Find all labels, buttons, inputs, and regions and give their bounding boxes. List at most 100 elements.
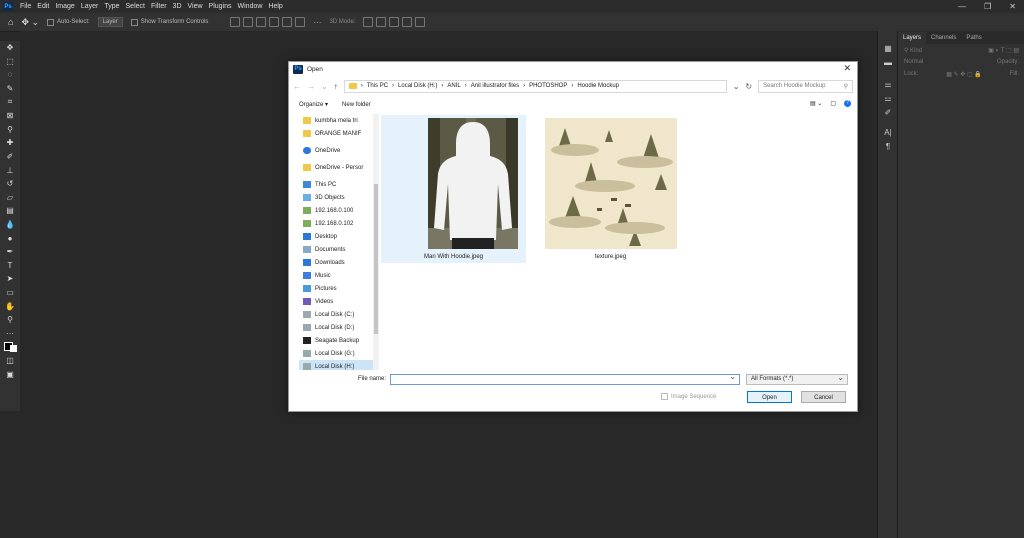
file-item-man-with-hoodie[interactable]: Man With Hoodie.jpeg (381, 115, 526, 263)
properties-icon[interactable]: ⚍ (878, 91, 898, 105)
breadcrumb-photoshop[interactable]: PHOTOSHOP (529, 83, 567, 89)
scrollbar-thumb[interactable] (374, 184, 378, 334)
menu-image[interactable]: Image (52, 3, 77, 10)
menu-3d[interactable]: 3D (170, 3, 185, 10)
sidebar-item-music[interactable]: Music (299, 269, 379, 282)
sidebar-item-local-disk-c[interactable]: Local Disk (C:) (299, 308, 379, 321)
stamp-tool-icon[interactable]: ⊥ (0, 163, 20, 177)
image-sequence-checkbox[interactable] (661, 393, 668, 400)
sidebar-item[interactable]: kumbha mela tri (299, 114, 379, 127)
eraser-tool-icon[interactable]: ▱ (0, 191, 20, 205)
search-input[interactable]: Search Hoodie Mockup (763, 83, 825, 89)
breadcrumb-local-disk-h[interactable]: Local Disk (H:) (398, 83, 437, 89)
breadcrumb-anil[interactable]: ANIL (447, 83, 460, 89)
menu-plugins[interactable]: Plugins (206, 3, 235, 10)
menu-type[interactable]: Type (101, 3, 122, 10)
restore-icon[interactable]: ❐ (984, 2, 991, 11)
dialog-close-icon[interactable]: ✕ (843, 63, 851, 74)
menu-window[interactable]: Window (235, 3, 266, 10)
auto-select-checkbox[interactable] (47, 18, 55, 26)
filter-icons[interactable]: ▣ ◐ T ⬚ ▤ (988, 47, 1019, 54)
close-icon[interactable]: ✕ (1009, 2, 1016, 11)
help-icon[interactable]: ? (844, 100, 851, 107)
menu-help[interactable]: Help (265, 3, 285, 10)
address-dropdown-icon[interactable]: ⌄ (733, 82, 740, 91)
sidebar-item-videos[interactable]: Videos (299, 295, 379, 308)
paragraph-icon[interactable]: ¶ (878, 139, 898, 153)
brush-settings-icon[interactable]: ✐ (878, 105, 898, 119)
marquee-tool-icon[interactable]: ⬚ (0, 55, 20, 69)
move-tool-icon[interactable]: ✥ (0, 41, 20, 55)
forward-arrow-icon[interactable]: → (307, 82, 315, 91)
sidebar-item-local-disk-g[interactable]: Local Disk (G:) (299, 347, 379, 360)
up-arrow-icon[interactable]: ↑ (334, 82, 338, 91)
breadcrumb-this-pc[interactable]: This PC (367, 83, 388, 89)
sidebar-item-pictures[interactable]: Pictures (299, 282, 379, 295)
layer-select[interactable]: Layer (97, 17, 123, 27)
history-icon[interactable]: ▦ (878, 41, 898, 55)
menu-file[interactable]: File (17, 3, 34, 10)
menu-edit[interactable]: Edit (34, 3, 52, 10)
sidebar-item[interactable]: 192.168.0.100 (299, 204, 379, 217)
sidebar-item-onedrive[interactable]: OneDrive (299, 144, 379, 157)
quick-mask-icon[interactable]: ◫ (0, 354, 20, 368)
address-bar[interactable]: › This PC › Local Disk (H:) › ANIL › Anil i… (343, 79, 727, 93)
color-swatches-icon[interactable] (0, 340, 20, 354)
search-box[interactable]: Search Hoodie Mockup ⚲ (758, 79, 853, 93)
move-tool-icon[interactable]: ✥ ⌄ (21, 17, 39, 28)
zoom-tool-icon[interactable]: ⚲ (0, 313, 20, 327)
pen-tool-icon[interactable]: ✒ (0, 245, 20, 259)
back-arrow-icon[interactable]: ← (293, 82, 301, 91)
sidebar-item[interactable]: 192.168.0.102 (299, 217, 379, 230)
character-icon[interactable]: A| (878, 125, 898, 139)
menu-layer[interactable]: Layer (78, 3, 102, 10)
sidebar-item-seagate-backup[interactable]: Seagate Backup (299, 334, 379, 347)
more-options-icon[interactable]: ··· (313, 18, 321, 27)
minimize-icon[interactable]: — (958, 2, 966, 11)
file-name-input[interactable] (390, 372, 740, 385)
preview-pane-icon[interactable]: ▢ (830, 100, 836, 107)
sidebar-item-this-pc[interactable]: This PC (299, 178, 379, 191)
blur-tool-icon[interactable]: 💧 (0, 218, 20, 232)
cancel-button[interactable]: Cancel (801, 391, 846, 403)
path-select-tool-icon[interactable]: ➤ (0, 272, 20, 286)
sidebar-scrollbar[interactable] (373, 114, 379, 370)
gradient-tool-icon[interactable]: ▤ (0, 204, 20, 218)
screen-mode-icon[interactable]: ▣ (0, 367, 20, 381)
brush-tool-icon[interactable]: ✐ (0, 150, 20, 164)
breadcrumb-hoodie-mockup[interactable]: Hoodie Mockup (577, 83, 619, 89)
edit-toolbar-icon[interactable]: ··· (0, 326, 20, 340)
view-options-icon[interactable]: ▤ ⌄ (810, 100, 822, 107)
home-icon[interactable]: ⌂ (8, 17, 13, 27)
sidebar-item-local-disk-h[interactable]: Local Disk (H:) (299, 360, 379, 370)
quick-select-tool-icon[interactable]: ✎ (0, 82, 20, 96)
tab-paths[interactable]: Paths (961, 32, 986, 44)
sidebar-item-downloads[interactable]: Downloads (299, 256, 379, 269)
new-folder-button[interactable]: New folder (342, 102, 371, 108)
lasso-tool-icon[interactable]: ◌ (0, 68, 20, 82)
breadcrumb-anil-illustrator-files[interactable]: Anil illustrator files (471, 83, 519, 89)
dodge-tool-icon[interactable]: ● (0, 231, 20, 245)
shape-tool-icon[interactable]: ▭ (0, 286, 20, 300)
lock-icons[interactable]: ▦ ✎ ✥ ▢ 🔒 (946, 71, 982, 78)
blend-mode-select[interactable]: Normal (904, 59, 923, 65)
refresh-icon[interactable]: ↻ (745, 82, 752, 91)
healing-brush-tool-icon[interactable]: ✚ (0, 136, 20, 150)
tab-layers[interactable]: Layers (898, 32, 927, 44)
crop-tool-icon[interactable]: ⌗ (0, 95, 20, 109)
organize-button[interactable]: Organize ▾ (299, 101, 328, 108)
sidebar-item[interactable]: ORANGE MANIF (299, 127, 379, 140)
menu-select[interactable]: Select (123, 3, 148, 10)
sidebar-item-documents[interactable]: Documents (299, 243, 379, 256)
sidebar-item-desktop[interactable]: Desktop (299, 230, 379, 243)
3d-mode-icons[interactable] (363, 17, 426, 27)
menu-filter[interactable]: Filter (148, 3, 170, 10)
tab-channels[interactable]: Channels (926, 32, 961, 44)
hand-tool-icon[interactable]: ✋ (0, 299, 20, 313)
adjustments-icon[interactable]: ⚌ (878, 77, 898, 91)
sidebar-item-onedrive-personal[interactable]: OneDrive - Persor (299, 161, 379, 174)
open-button[interactable]: Open (747, 391, 792, 403)
align-icons[interactable] (230, 17, 306, 27)
sidebar-item-3d-objects[interactable]: 3D Objects (299, 191, 379, 204)
frame-tool-icon[interactable]: ⊠ (0, 109, 20, 123)
